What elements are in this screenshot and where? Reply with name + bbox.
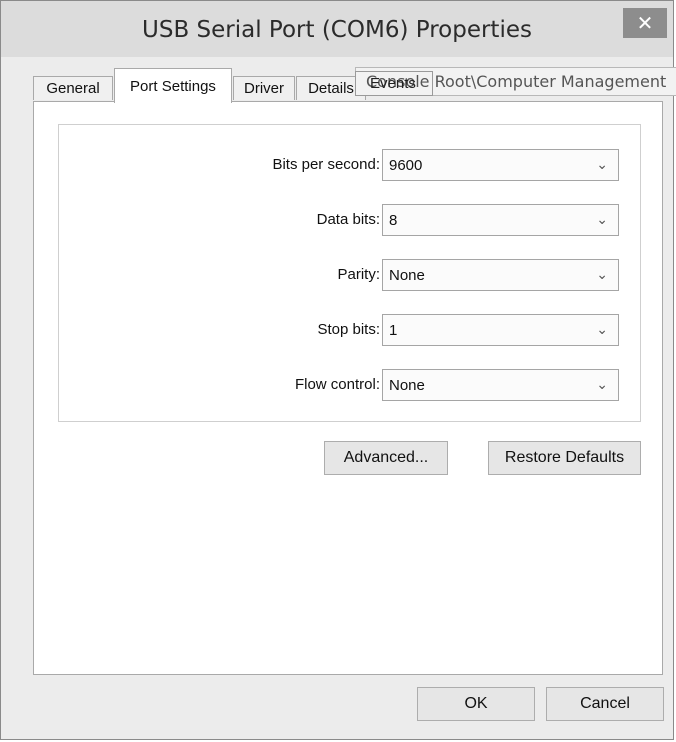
stop-bits-value: 1 [389, 322, 398, 339]
port-settings-panel: Bits per second: 9600 ⌄ Data bits: 8 ⌄ P… [33, 101, 663, 675]
close-button[interactable]: ✕ [623, 8, 667, 38]
chevron-down-icon: ⌄ [596, 156, 608, 172]
data-bits-label: Data bits: [316, 211, 380, 228]
tab-events[interactable]: Events [355, 71, 433, 96]
bits-per-second-select[interactable]: 9600 ⌄ [382, 149, 619, 181]
stop-bits-row: Stop bits: 1 ⌄ [59, 314, 642, 346]
parity-row: Parity: None ⌄ [59, 259, 642, 291]
parity-value: None [389, 267, 425, 284]
flow-control-value: None [389, 377, 425, 394]
flow-control-row: Flow control: None ⌄ [59, 369, 642, 401]
parity-label: Parity: [337, 266, 380, 283]
chevron-down-icon: ⌄ [596, 321, 608, 337]
advanced-button[interactable]: Advanced... [324, 441, 448, 475]
properties-dialog: USB Serial Port (COM6) Properties ✕ Gene… [0, 0, 676, 740]
stop-bits-select[interactable]: 1 ⌄ [382, 314, 619, 346]
chevron-down-icon: ⌄ [596, 376, 608, 392]
data-bits-value: 8 [389, 212, 398, 229]
bits-per-second-label: Bits per second: [272, 156, 380, 173]
tab-driver[interactable]: Driver [233, 76, 295, 100]
cancel-button[interactable]: Cancel [546, 687, 664, 721]
bits-per-second-value: 9600 [389, 157, 423, 174]
chevron-down-icon: ⌄ [596, 266, 608, 282]
chevron-down-icon: ⌄ [596, 211, 608, 227]
close-icon: ✕ [636, 12, 654, 35]
parity-select[interactable]: None ⌄ [382, 259, 619, 291]
flow-control-select[interactable]: None ⌄ [382, 369, 619, 401]
title-bar: USB Serial Port (COM6) Properties ✕ [1, 1, 673, 57]
data-bits-row: Data bits: 8 ⌄ [59, 204, 642, 236]
window-title: USB Serial Port (COM6) Properties [142, 17, 532, 43]
bits-per-second-row: Bits per second: 9600 ⌄ [59, 149, 642, 181]
settings-group: Bits per second: 9600 ⌄ Data bits: 8 ⌄ P… [58, 124, 641, 422]
flow-control-label: Flow control: [294, 376, 380, 393]
tab-port-settings[interactable]: Port Settings [114, 68, 232, 103]
restore-defaults-button[interactable]: Restore Defaults [488, 441, 641, 475]
data-bits-select[interactable]: 8 ⌄ [382, 204, 619, 236]
tab-general[interactable]: General [33, 76, 113, 100]
stop-bits-label: Stop bits: [317, 321, 380, 338]
ok-button[interactable]: OK [417, 687, 535, 721]
